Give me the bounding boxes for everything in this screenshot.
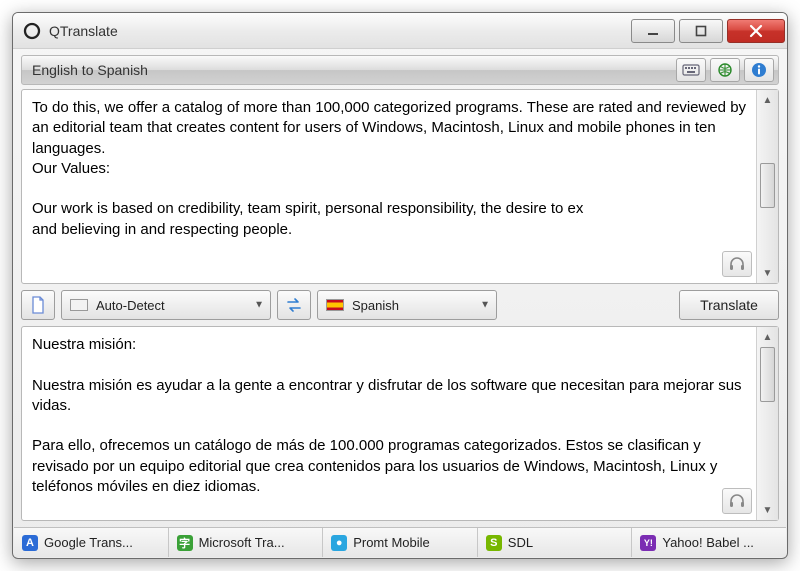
- service-label: Microsoft Tra...: [199, 535, 285, 550]
- target-language-label: Spanish: [352, 298, 399, 313]
- service-tab-yahoo[interactable]: Y! Yahoo! Babel ...: [632, 528, 786, 557]
- target-flag-icon: [326, 299, 344, 311]
- app-title: QTranslate: [49, 23, 118, 39]
- service-label: Promt Mobile: [353, 535, 430, 550]
- source-scrollbar[interactable]: ▲ ▼: [756, 90, 778, 283]
- language-pair-label: English to Spanish: [32, 62, 148, 78]
- swap-icon: [285, 297, 303, 313]
- control-row: Auto-Detect ▼ Spanish ▼ Translate: [21, 290, 779, 320]
- service-tab-microsoft[interactable]: 字 Microsoft Tra...: [169, 528, 324, 557]
- globe-icon: [717, 62, 733, 78]
- keyboard-button[interactable]: [676, 58, 706, 82]
- scroll-up-icon[interactable]: ▲: [760, 92, 776, 108]
- chevron-down-icon: ▼: [254, 300, 264, 311]
- language-header: English to Spanish: [21, 55, 779, 85]
- headphones-icon: [728, 493, 746, 509]
- service-tab-google[interactable]: A Google Trans...: [14, 528, 169, 557]
- keyboard-icon: [682, 63, 700, 77]
- service-label: SDL: [508, 535, 533, 550]
- swap-languages-button[interactable]: [277, 290, 311, 320]
- service-tab-promt[interactable]: ● Promt Mobile: [323, 528, 478, 557]
- app-icon: [23, 22, 41, 40]
- speak-target-button[interactable]: [722, 488, 752, 514]
- services-tabs: A Google Trans... 字 Microsoft Tra... ● P…: [14, 527, 786, 557]
- speak-source-button[interactable]: [722, 251, 752, 277]
- window-controls: [631, 18, 785, 43]
- translate-button-label: Translate: [700, 297, 758, 313]
- service-icon: ●: [331, 535, 347, 551]
- maximize-button[interactable]: [679, 19, 723, 43]
- service-icon: 字: [177, 535, 193, 551]
- source-language-label: Auto-Detect: [96, 298, 165, 313]
- service-icon: A: [22, 535, 38, 551]
- close-button[interactable]: [727, 19, 785, 43]
- service-icon: Y!: [640, 535, 656, 551]
- scroll-down-icon[interactable]: ▼: [760, 502, 776, 518]
- source-textarea[interactable]: To do this, we offer a catalog of more t…: [22, 90, 756, 283]
- source-flag-icon: [70, 299, 88, 311]
- scroll-thumb[interactable]: [760, 163, 775, 208]
- target-textarea[interactable]: Nuestra misión: Nuestra misión es ayudar…: [22, 327, 756, 520]
- history-button[interactable]: [710, 58, 740, 82]
- target-language-select[interactable]: Spanish ▼: [317, 290, 497, 320]
- source-language-select[interactable]: Auto-Detect ▼: [61, 290, 271, 320]
- new-doc-icon: [30, 296, 46, 314]
- scroll-down-icon[interactable]: ▼: [760, 265, 776, 281]
- translate-button[interactable]: Translate: [679, 290, 779, 320]
- titlebar: QTranslate: [13, 13, 787, 49]
- clear-button[interactable]: [21, 290, 55, 320]
- minimize-button[interactable]: [631, 19, 675, 43]
- service-tab-sdl[interactable]: S SDL: [478, 528, 633, 557]
- info-icon: [751, 62, 767, 78]
- service-icon: S: [486, 535, 502, 551]
- chevron-down-icon: ▼: [480, 300, 490, 311]
- scroll-thumb[interactable]: [760, 347, 775, 402]
- source-panel: To do this, we offer a catalog of more t…: [21, 89, 779, 284]
- info-button[interactable]: [744, 58, 774, 82]
- headphones-icon: [728, 256, 746, 272]
- target-scrollbar[interactable]: ▲ ▼: [756, 327, 778, 520]
- service-label: Yahoo! Babel ...: [662, 535, 754, 550]
- app-window: QTranslate English to Spanish To: [12, 12, 788, 559]
- service-label: Google Trans...: [44, 535, 133, 550]
- target-panel: Nuestra misión: Nuestra misión es ayudar…: [21, 326, 779, 521]
- scroll-up-icon[interactable]: ▲: [760, 329, 776, 345]
